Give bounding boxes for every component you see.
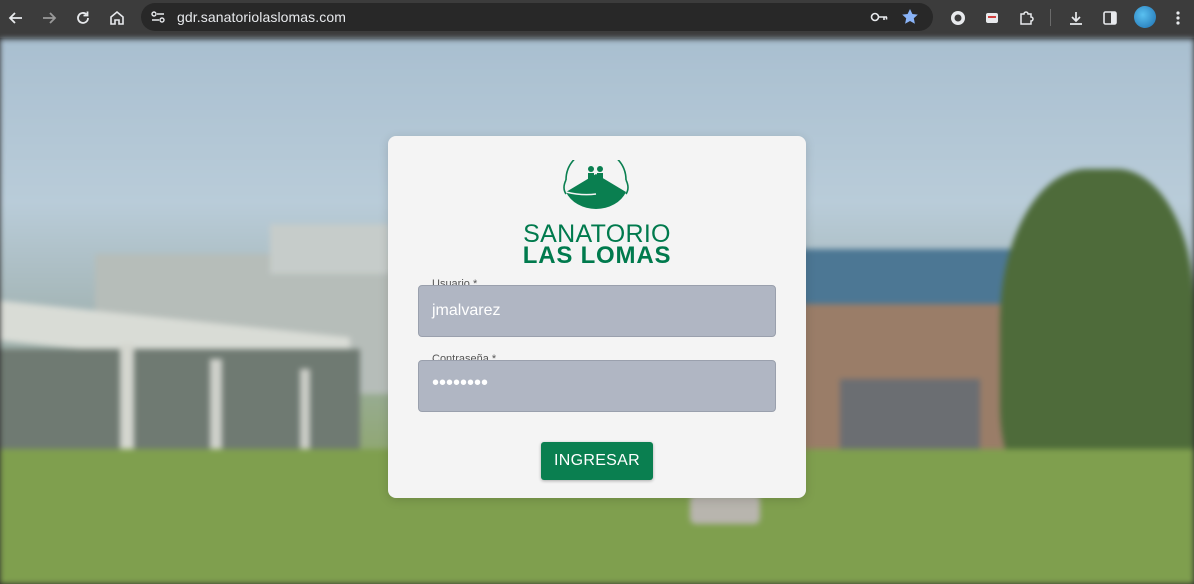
password-key-icon[interactable] bbox=[869, 8, 889, 26]
puzzle-icon[interactable] bbox=[1012, 4, 1040, 32]
side-panel-icon[interactable] bbox=[1096, 4, 1124, 32]
extension-icon[interactable] bbox=[978, 4, 1006, 32]
back-icon[interactable] bbox=[2, 4, 30, 32]
username-value[interactable]: jmalvarez bbox=[432, 302, 500, 320]
logo-text-las-lomas: LAS LOMAS bbox=[522, 242, 672, 269]
bookmark-star-icon[interactable] bbox=[900, 7, 920, 27]
username-field[interactable]: jmalvarez bbox=[418, 285, 776, 337]
address-bar[interactable]: gdr.sanatoriolaslomas.com bbox=[141, 3, 933, 31]
site-info-icon[interactable] bbox=[149, 8, 167, 26]
login-card: SANATORIO LAS LOMAS Usuario * jmalvarez … bbox=[388, 136, 806, 498]
browser-toolbar: gdr.sanatoriolaslomas.com bbox=[0, 0, 1194, 39]
url-text[interactable]: gdr.sanatoriolaslomas.com bbox=[177, 9, 346, 25]
password-field[interactable]: •••••••• bbox=[418, 360, 776, 412]
toolbar-divider bbox=[1050, 9, 1051, 26]
extension-circle-icon[interactable] bbox=[944, 4, 972, 32]
reload-icon[interactable] bbox=[69, 4, 97, 32]
ingresar-button[interactable]: INGRESAR bbox=[541, 442, 653, 480]
profile-avatar[interactable] bbox=[1134, 6, 1156, 28]
password-value[interactable]: •••••••• bbox=[432, 372, 488, 395]
forward-icon[interactable] bbox=[35, 4, 63, 32]
download-icon[interactable] bbox=[1062, 4, 1090, 32]
sanatorio-logo-icon bbox=[563, 160, 629, 209]
home-icon[interactable] bbox=[103, 4, 131, 32]
menu-icon[interactable] bbox=[1164, 4, 1192, 32]
